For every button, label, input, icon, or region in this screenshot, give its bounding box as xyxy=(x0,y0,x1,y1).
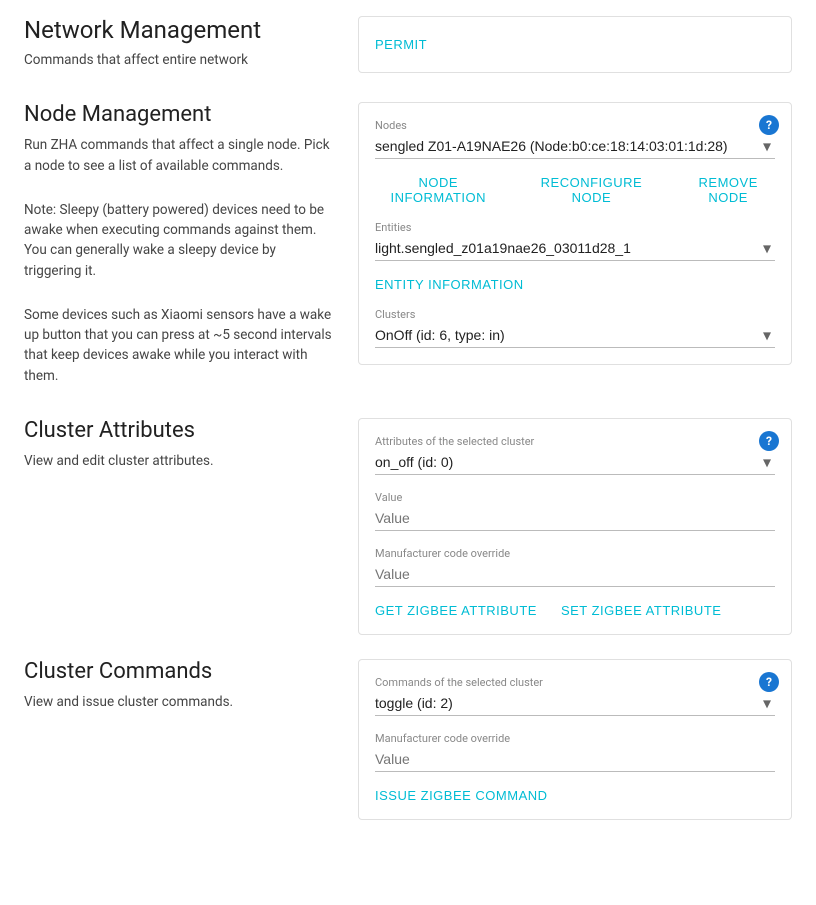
attr-mfr-input[interactable] xyxy=(375,562,775,586)
cluster-commands-left: Cluster Commands View and issue cluster … xyxy=(24,659,334,720)
cmd-mfr-label: Manufacturer code override xyxy=(375,732,775,745)
get-zigbee-attribute-button[interactable]: GET ZIGBEE ATTRIBUTE xyxy=(375,603,537,618)
node-management-left: Node Management Run ZHA commands that af… xyxy=(24,102,334,394)
nodes-select[interactable]: sengled Z01-A19NAE26 (Node:b0:ce:18:14:0… xyxy=(375,134,775,158)
cmd-select-wrapper[interactable]: toggle (id: 2) ▾ xyxy=(375,691,775,716)
cluster-attributes-title: Cluster Attributes xyxy=(24,418,334,443)
cluster-attributes-left: Cluster Attributes View and edit cluster… xyxy=(24,418,334,479)
clusters-label: Clusters xyxy=(375,308,775,321)
clusters-select[interactable]: OnOff (id: 6, type: in) xyxy=(375,323,775,347)
attr-value-input-wrapper[interactable] xyxy=(375,506,775,531)
entities-label: Entities xyxy=(375,221,775,234)
entity-information-button[interactable]: ENTITY INFORMATION xyxy=(375,277,524,292)
attr-select-label: Attributes of the selected cluster xyxy=(375,435,775,448)
network-management-section: Network Management Commands that affect … xyxy=(24,16,792,78)
node-management-desc3: Some devices such as Xiaomi sensors have… xyxy=(24,305,334,386)
attr-select-wrapper[interactable]: on_off (id: 0) ▾ xyxy=(375,450,775,475)
cluster-attr-help-icon[interactable]: ? xyxy=(759,431,779,451)
attr-value-input[interactable] xyxy=(375,506,775,530)
attr-action-buttons: GET ZIGBEE ATTRIBUTE SET ZIGBEE ATTRIBUT… xyxy=(375,603,775,618)
cluster-cmd-help-icon[interactable]: ? xyxy=(759,672,779,692)
node-management-card: ? Nodes sengled Z01-A19NAE26 (Node:b0:ce… xyxy=(358,102,792,365)
cluster-commands-desc: View and issue cluster commands. xyxy=(24,692,334,712)
cluster-attributes-right: ? Attributes of the selected cluster on_… xyxy=(358,418,792,635)
cmd-mfr-input[interactable] xyxy=(375,747,775,771)
cluster-attributes-desc: View and edit cluster attributes. xyxy=(24,451,334,471)
node-management-desc2: Note: Sleepy (battery powered) devices n… xyxy=(24,200,334,281)
reconfigure-node-button[interactable]: RECONFIGURE NODE xyxy=(525,175,657,205)
clusters-select-wrapper[interactable]: OnOff (id: 6, type: in) ▾ xyxy=(375,323,775,348)
cluster-commands-title: Cluster Commands xyxy=(24,659,334,684)
cmd-mfr-input-wrapper[interactable] xyxy=(375,747,775,772)
cmd-select[interactable]: toggle (id: 2) xyxy=(375,691,775,715)
set-zigbee-attribute-button[interactable]: SET ZIGBEE ATTRIBUTE xyxy=(561,603,722,618)
network-management-left: Network Management Commands that affect … xyxy=(24,16,334,78)
node-information-button[interactable]: NODE INFORMATION xyxy=(375,175,501,205)
cluster-commands-section: Cluster Commands View and issue cluster … xyxy=(24,659,792,820)
node-management-desc1: Run ZHA commands that affect a single no… xyxy=(24,135,334,176)
node-help-icon[interactable]: ? xyxy=(759,115,779,135)
node-action-buttons: NODE INFORMATION RECONFIGURE NODE REMOVE… xyxy=(375,175,775,205)
node-management-title: Node Management xyxy=(24,102,334,127)
attr-mfr-label: Manufacturer code override xyxy=(375,547,775,560)
network-management-desc: Commands that affect entire network xyxy=(24,50,334,70)
cluster-commands-right: ? Commands of the selected cluster toggl… xyxy=(358,659,792,820)
permit-button[interactable]: PERMIT xyxy=(375,33,427,56)
cluster-attributes-card: ? Attributes of the selected cluster on_… xyxy=(358,418,792,635)
entity-action-buttons: ENTITY INFORMATION xyxy=(375,277,775,292)
attr-mfr-input-wrapper[interactable] xyxy=(375,562,775,587)
remove-node-button[interactable]: REMOVE NODE xyxy=(681,175,775,205)
issue-zigbee-command-button[interactable]: ISSUE ZIGBEE COMMAND xyxy=(375,788,548,803)
network-management-card: PERMIT xyxy=(358,16,792,73)
network-management-right: PERMIT xyxy=(358,16,792,73)
node-management-right: ? Nodes sengled Z01-A19NAE26 (Node:b0:ce… xyxy=(358,102,792,365)
nodes-select-wrapper[interactable]: sengled Z01-A19NAE26 (Node:b0:ce:18:14:0… xyxy=(375,134,775,159)
node-management-section: Node Management Run ZHA commands that af… xyxy=(24,102,792,394)
cmd-select-label: Commands of the selected cluster xyxy=(375,676,775,689)
nodes-label: Nodes xyxy=(375,119,775,132)
entities-select[interactable]: light.sengled_z01a19nae26_03011d28_1 xyxy=(375,236,775,260)
cmd-action-buttons: ISSUE ZIGBEE COMMAND xyxy=(375,788,775,803)
attr-select[interactable]: on_off (id: 0) xyxy=(375,450,775,474)
cluster-attributes-section: Cluster Attributes View and edit cluster… xyxy=(24,418,792,635)
entities-select-wrapper[interactable]: light.sengled_z01a19nae26_03011d28_1 ▾ xyxy=(375,236,775,261)
attr-value-label: Value xyxy=(375,491,775,504)
network-management-title: Network Management xyxy=(24,16,334,44)
cluster-commands-card: ? Commands of the selected cluster toggl… xyxy=(358,659,792,820)
